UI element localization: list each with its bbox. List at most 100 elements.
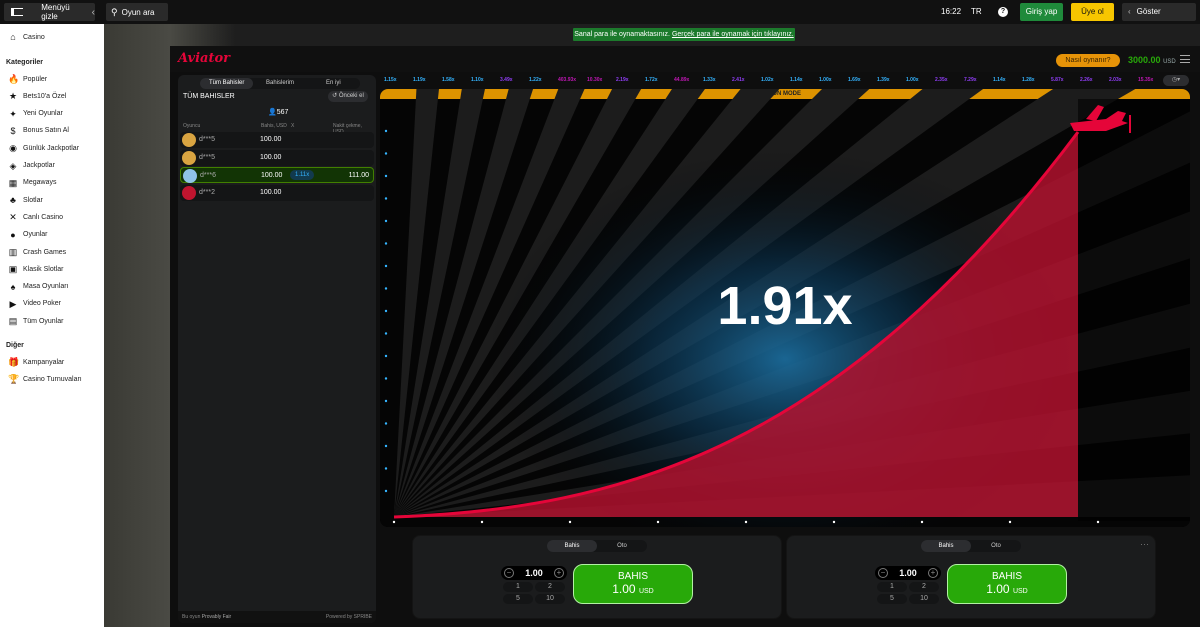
place-bet-button[interactable]: BAHIS 1.00 USD: [573, 564, 693, 604]
col-player: Oyuncu: [183, 123, 201, 129]
quick-stake-2[interactable]: 2: [535, 582, 565, 592]
sidebar-item-classic-slots[interactable]: ▣ Klasik Slotlar: [0, 261, 104, 277]
sidebar-item-daily-jackpots[interactable]: ◉ Günlük Jackpotlar: [0, 140, 104, 156]
history-multiplier[interactable]: 1.72x: [645, 75, 674, 86]
exclusive-icon: ★: [8, 91, 18, 102]
sidebar-item-live-casino[interactable]: ✕ Canlı Casino: [0, 209, 104, 225]
gift-icon: 🎁: [8, 357, 20, 367]
register-button[interactable]: Üye ol: [1071, 3, 1114, 21]
quick-stake-1[interactable]: 1: [877, 582, 907, 592]
decrease-button[interactable]: −: [504, 568, 514, 578]
sidebar-item-campaigns[interactable]: 🎁 Kampanyalar: [0, 354, 104, 370]
history-multiplier[interactable]: 1.69x: [848, 75, 877, 86]
tab-my-bets[interactable]: Bahislerim: [253, 78, 306, 89]
sidebar-item-label: Masa Oyunları: [23, 283, 69, 291]
live-casino-icon: ✕: [9, 212, 17, 223]
history-multiplier[interactable]: 10.30x: [587, 75, 616, 86]
sidebar-item-all-games[interactable]: ▤ Tüm Oyunlar: [0, 313, 104, 329]
bet-button-currency: USD: [638, 588, 654, 595]
sidebar-item-jackpots[interactable]: ◈ Jackpotlar: [0, 158, 104, 174]
place-bet-button[interactable]: BAHIS 1.00 USD: [947, 564, 1067, 604]
bet-button-amount: 1.00: [612, 582, 636, 596]
sidebar-item-bonus-buy[interactable]: $ Bonus Satın Al: [0, 123, 104, 139]
history-multiplier[interactable]: 1.14x: [790, 75, 819, 86]
tab-bet[interactable]: Bahis: [921, 540, 971, 552]
show-panel-button[interactable]: ‹ Göster: [1122, 3, 1196, 21]
sidebar-item-casino-tournaments[interactable]: 🏆 Casino Turnuvaları: [0, 371, 104, 387]
sidebar-item-label: Oyunlar: [23, 231, 48, 239]
history-multiplier[interactable]: 2.03x: [1109, 75, 1138, 86]
provably-fair[interactable]: Bu oyun Provably Fair: [182, 614, 231, 620]
stake-amount[interactable]: 1.00: [891, 568, 925, 578]
sidebar-item-popular[interactable]: 🔥 Popüler: [0, 71, 104, 87]
history-multiplier[interactable]: 1.58x: [442, 75, 471, 86]
sidebar-item-new-games[interactable]: ✦ Yeni Oyunlar: [0, 106, 104, 122]
history-multiplier[interactable]: 1.33x: [703, 75, 732, 86]
history-multiplier[interactable]: 1.39x: [877, 75, 906, 86]
tab-auto[interactable]: Oto: [597, 540, 647, 552]
sidebar-item-table-games[interactable]: ♠ Masa Oyunları: [0, 279, 104, 295]
history-multiplier[interactable]: 1.28x: [1022, 75, 1051, 86]
increase-button[interactable]: +: [554, 568, 564, 578]
history-multiplier[interactable]: 1.00x: [819, 75, 848, 86]
sidebar-item-slots[interactable]: ♣ Slotlar: [0, 192, 104, 208]
history-multiplier[interactable]: 1.02x: [761, 75, 790, 86]
history-multiplier[interactable]: 2.41x: [732, 75, 761, 86]
game-search[interactable]: ⚲: [106, 3, 168, 21]
quick-stake-1[interactable]: 1: [503, 582, 533, 592]
tab-all-bets[interactable]: Tüm Bahisler: [200, 78, 254, 89]
sidebar-item-exclusive[interactable]: ★ Bets10'a Özel: [0, 88, 104, 104]
history-expand-button[interactable]: ◷▾: [1163, 75, 1189, 86]
quick-stake-10[interactable]: 10: [909, 594, 939, 604]
history-multiplier[interactable]: 44.89x: [674, 75, 703, 86]
balance-currency: USD: [1163, 59, 1176, 65]
quick-stake-5[interactable]: 5: [503, 594, 533, 604]
history-multiplier[interactable]: 2.35x: [935, 75, 964, 86]
quick-stake-5[interactable]: 5: [877, 594, 907, 604]
sidebar-item-casino[interactable]: ⌂ Casino: [0, 29, 104, 45]
previous-round-button[interactable]: ↺ Önceki el: [328, 91, 368, 102]
quick-stake-10[interactable]: 10: [535, 594, 565, 604]
quick-stake-2[interactable]: 2: [909, 582, 939, 592]
history-multiplier[interactable]: 1.00x: [906, 75, 935, 86]
how-to-play-button[interactable]: Nasıl oynanır?: [1056, 54, 1120, 67]
history-multiplier[interactable]: 1.10x: [471, 75, 500, 86]
help-icon[interactable]: ?: [998, 7, 1008, 17]
stake-amount[interactable]: 1.00: [517, 568, 551, 578]
bet-row: d***5 100.00: [180, 132, 374, 148]
sidebar-item-games[interactable]: ● Oyunlar: [0, 227, 104, 243]
col-bet: Bahis, USD: [261, 123, 287, 129]
x-axis-dot: [480, 520, 484, 524]
demo-banner-text: Sanal para ile oynamaktasınız.: [574, 31, 670, 38]
history-multiplier[interactable]: 2.19x: [616, 75, 645, 86]
sidebar-item-label: Jackpotlar: [23, 162, 55, 169]
history-multiplier[interactable]: 403.93x: [558, 75, 587, 86]
history-multiplier[interactable]: 1.22x: [529, 75, 558, 86]
history-multiplier[interactable]: 5.87x: [1051, 75, 1080, 86]
y-axis-dot: [384, 152, 388, 155]
history-multiplier[interactable]: 2.26x: [1080, 75, 1109, 86]
history-multiplier[interactable]: 1.15x: [384, 75, 413, 86]
history-multiplier[interactable]: 1.19x: [413, 75, 442, 86]
history-multiplier[interactable]: 1.14x: [993, 75, 1022, 86]
tab-bet[interactable]: Bahis: [547, 540, 597, 552]
history-multiplier[interactable]: 7.29x: [964, 75, 993, 86]
menu-icon[interactable]: [1180, 55, 1190, 63]
sidebar-item-crash-games[interactable]: ▥ Crash Games: [0, 244, 104, 260]
login-button[interactable]: Giriş yap: [1020, 3, 1063, 21]
history-multiplier[interactable]: 3.49x: [500, 75, 529, 86]
increase-button[interactable]: +: [928, 568, 938, 578]
sidebar: ⌂ Casino Kategoriler 🔥 Popüler ★ Bets10'a Ö…: [0, 24, 104, 627]
real-money-link[interactable]: Gerçek para ile oynamak için tıklayınız.: [672, 31, 794, 38]
language-selector[interactable]: TR: [971, 7, 982, 16]
tab-top[interactable]: En iyi: [307, 78, 360, 89]
menu-toggle-button[interactable]: Menüyü gizle ‹: [4, 3, 95, 21]
y-axis-dot: [384, 129, 388, 133]
tab-auto[interactable]: Oto: [971, 540, 1021, 552]
search-input[interactable]: [121, 7, 164, 17]
aviator-game: Aviator Nasıl oynanır? 3000.00 USD Tüm B…: [170, 46, 1200, 627]
sidebar-item-video-poker[interactable]: ▶ Video Poker: [0, 296, 104, 312]
decrease-button[interactable]: −: [878, 568, 888, 578]
sidebar-item-megaways[interactable]: ▦ Megaways: [0, 175, 104, 191]
more-icon[interactable]: ···: [1140, 539, 1149, 549]
